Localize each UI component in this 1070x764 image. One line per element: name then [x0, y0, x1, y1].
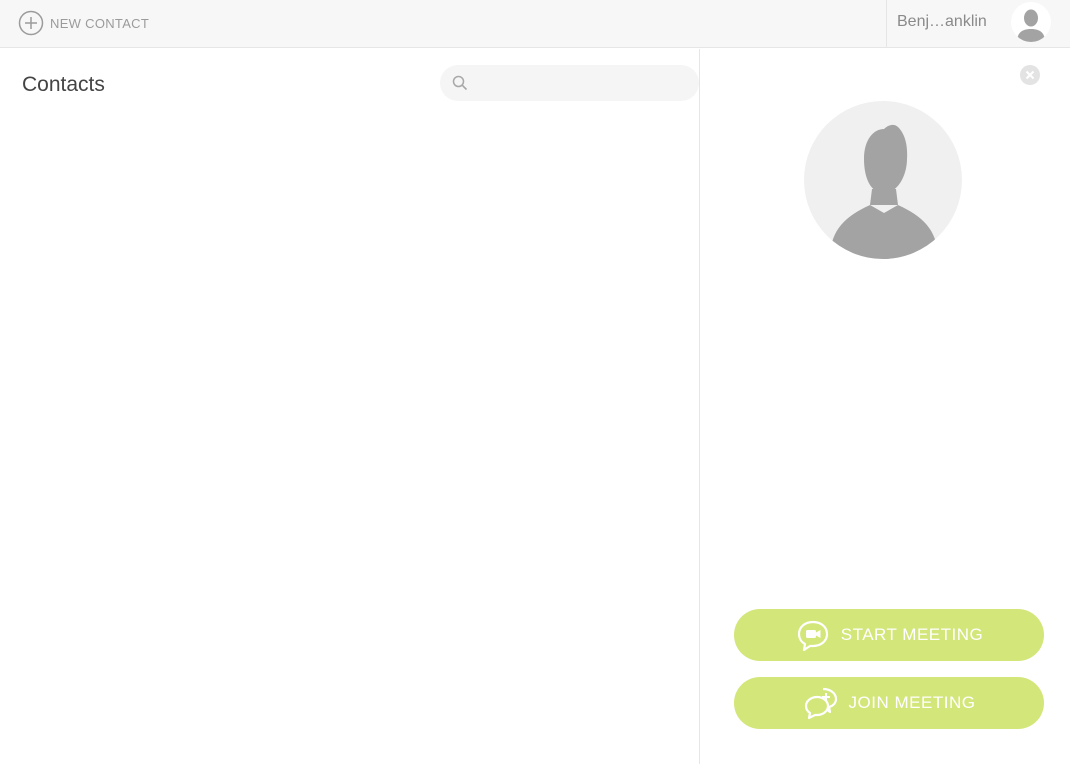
- plus-circle-icon: [18, 10, 44, 36]
- close-circle-icon: [1020, 65, 1040, 85]
- start-meeting-label: START MEETING: [840, 625, 984, 644]
- contacts-search[interactable]: [440, 65, 699, 101]
- top-bar: NEW CONTACT Benj…anklin: [0, 0, 1070, 48]
- contacts-title: Contacts: [22, 73, 105, 96]
- user-avatar-icon: [1017, 9, 1045, 42]
- user-menu[interactable]: Benj…anklin: [886, 0, 1070, 48]
- username: Benj…anklin: [897, 13, 987, 30]
- join-meeting-label: JOIN MEETING: [848, 693, 976, 712]
- close-button[interactable]: [1020, 65, 1040, 85]
- start-meeting-button[interactable]: START MEETING: [734, 609, 1044, 661]
- video-chat-icon: [797, 620, 828, 652]
- contact-detail-panel: START MEETING JOIN MEETING: [700, 49, 1070, 764]
- user-avatar[interactable]: [1011, 2, 1051, 42]
- new-contact-label: NEW CONTACT: [50, 15, 150, 31]
- person-silhouette-icon: [830, 124, 938, 259]
- chat-plus-icon: [804, 687, 837, 720]
- join-meeting-button[interactable]: JOIN MEETING: [734, 677, 1044, 729]
- new-contact-button[interactable]: NEW CONTACT: [18, 10, 149, 36]
- contact-avatar: [804, 101, 962, 259]
- search-icon: [452, 75, 468, 91]
- search-input[interactable]: [476, 65, 691, 101]
- contacts-panel: Contacts: [0, 49, 699, 764]
